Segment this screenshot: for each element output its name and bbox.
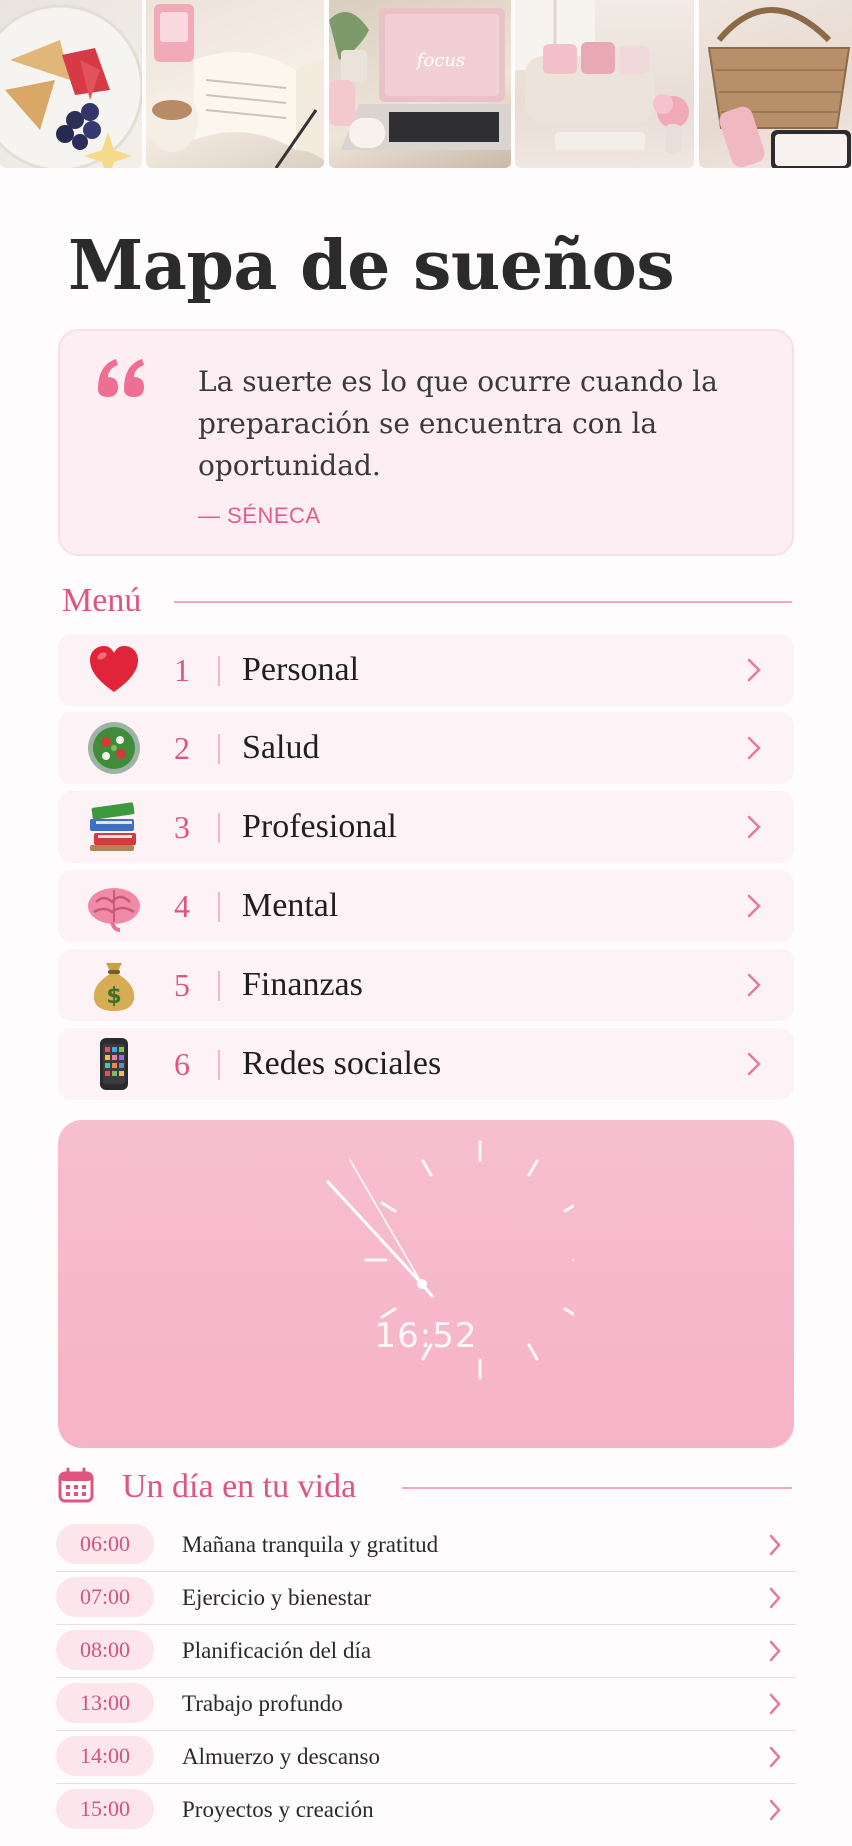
menu-separator <box>218 734 220 764</box>
menu-separator <box>218 813 220 843</box>
day-section-header: Un día en tu vida <box>122 1463 792 1511</box>
schedule-time-badge: 06:00 <box>56 1524 154 1564</box>
menu-item-number: 1 <box>174 652 190 688</box>
schedule-activity: Trabajo profundo <box>182 1691 343 1716</box>
chevron-right-icon <box>747 973 761 997</box>
menu-item-finanzas[interactable]: $ 5 Finanzas <box>58 949 794 1021</box>
schedule-activity: Mañana tranquila y gratitud <box>182 1532 439 1557</box>
schedule-time-badge: 14:00 <box>56 1736 154 1776</box>
schedule-row-1400[interactable]: 14:00 Almuerzo y descanso <box>56 1730 796 1784</box>
menu-item-personal[interactable]: 1 Personal <box>58 634 794 706</box>
quote-author: — SÉNECA <box>198 503 321 528</box>
schedule-activity: Planificación del día <box>182 1638 372 1663</box>
books-icon <box>90 802 136 851</box>
living-room-photo[interactable] <box>515 0 694 168</box>
chevron-right-icon <box>769 1640 781 1662</box>
day-section-title: Un día en tu vida <box>122 1468 357 1505</box>
page-title: Mapa de sueños <box>68 226 675 306</box>
menu-separator <box>218 656 220 686</box>
chevron-right-icon <box>769 1799 781 1821</box>
brain-icon <box>88 888 140 932</box>
chevron-right-icon <box>747 1052 761 1076</box>
schedule-time-badge: 08:00 <box>56 1630 154 1670</box>
food-plate-photo[interactable] <box>0 0 142 168</box>
heart-icon <box>90 646 138 692</box>
quote-text: La suerte es lo que ocurre cuando la pre… <box>198 365 718 482</box>
menu-section-title: Menú <box>62 582 142 619</box>
menu-divider <box>174 601 792 603</box>
chevron-right-icon <box>769 1693 781 1715</box>
menu-item-label: Personal <box>242 651 360 688</box>
chevron-right-icon <box>769 1534 781 1556</box>
menu-item-profesional[interactable]: 3 Profesional <box>58 791 794 863</box>
svg-text:$: $ <box>106 984 121 1009</box>
menu-item-label: Salud <box>242 729 320 766</box>
quote-card: La suerte es lo que ocurre cuando la pre… <box>58 329 794 556</box>
schedule-row-1500[interactable]: 15:00 Proyectos y creación <box>56 1783 796 1836</box>
schedule-row-0800[interactable]: 08:00 Planificación del día <box>56 1624 796 1678</box>
laptop-photo[interactable]: focus <box>329 0 511 168</box>
schedule-row-0600[interactable]: 06:00 Mañana tranquila y gratitud <box>56 1518 796 1572</box>
photo-strip: focus <box>0 0 852 168</box>
chevron-right-icon <box>769 1746 781 1768</box>
salad-icon <box>88 722 140 774</box>
menu-item-redes-sociales[interactable]: 6 Redes sociales <box>58 1028 794 1100</box>
menu-item-label: Finanzas <box>242 966 363 1003</box>
menu-item-salud[interactable]: 2 Salud <box>58 712 794 784</box>
schedule-row-1300[interactable]: 13:00 Trabajo profundo <box>56 1677 796 1731</box>
schedule-time-badge: 07:00 <box>56 1577 154 1617</box>
menu-item-number: 5 <box>174 967 190 1003</box>
money-bag-icon: $ <box>93 963 135 1011</box>
mobile-phone-icon <box>100 1038 128 1090</box>
schedule-activity: Almuerzo y descanso <box>182 1744 380 1769</box>
chevron-right-icon <box>769 1587 781 1609</box>
day-divider <box>402 1487 792 1489</box>
menu-section-header: Menú <box>62 577 792 625</box>
menu-item-label: Profesional <box>242 808 397 845</box>
calendar-icon <box>58 1467 94 1503</box>
schedule-time-badge: 15:00 <box>56 1789 154 1829</box>
quote-mark-icon <box>98 359 144 397</box>
menu-item-label: Redes sociales <box>242 1045 442 1082</box>
menu-item-number: 4 <box>174 888 190 924</box>
menu-item-number: 3 <box>174 809 190 845</box>
schedule-row-0700[interactable]: 07:00 Ejercicio y bienestar <box>56 1571 796 1625</box>
menu-item-number: 2 <box>174 730 190 766</box>
chevron-right-icon <box>747 815 761 839</box>
book-coffee-photo[interactable] <box>146 0 324 168</box>
menu-item-number: 6 <box>174 1046 190 1082</box>
menu-item-mental[interactable]: 4 Mental <box>58 870 794 942</box>
clock-hands <box>326 1159 434 1298</box>
menu-separator <box>218 971 220 1001</box>
focus-screen-text: focus <box>415 50 465 71</box>
chevron-right-icon <box>747 894 761 918</box>
chevron-right-icon <box>747 658 761 682</box>
menu-separator <box>218 892 220 922</box>
schedule-activity: Ejercicio y bienestar <box>182 1585 372 1610</box>
chevron-right-icon <box>747 736 761 760</box>
menu-item-label: Mental <box>242 887 339 924</box>
schedule-time-badge: 13:00 <box>56 1683 154 1723</box>
schedule-activity: Proyectos y creación <box>182 1797 374 1822</box>
menu-separator <box>218 1050 220 1080</box>
basket-photo[interactable] <box>699 0 852 168</box>
